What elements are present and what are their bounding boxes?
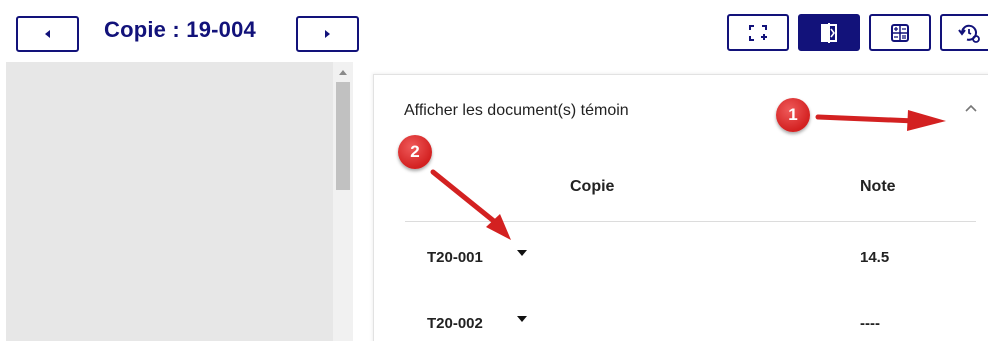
annotation-badge-2: 2 xyxy=(398,135,432,169)
column-header-note[interactable]: Note xyxy=(860,178,896,196)
annotation-badge-1: 1 xyxy=(776,98,810,132)
column-header-copie[interactable]: Copie xyxy=(570,178,614,196)
app-root: Copie : 19-004 Afficher les document(s) … xyxy=(0,0,988,341)
expand-add-icon xyxy=(749,24,767,41)
history-settings-button[interactable] xyxy=(940,14,988,51)
expand-row-icon[interactable] xyxy=(517,316,527,322)
chevron-up-icon[interactable] xyxy=(964,103,978,113)
chevron-left-icon xyxy=(45,30,50,38)
chevron-right-icon xyxy=(325,30,330,38)
note-cell: ---- xyxy=(860,315,880,332)
panel-title: Afficher les document(s) témoin xyxy=(404,102,629,119)
scrollbar[interactable] xyxy=(333,62,353,341)
table-row[interactable]: T20-001 14.5 xyxy=(405,237,976,277)
witness-documents-panel: Afficher les document(s) témoin Copie No… xyxy=(373,74,988,341)
calculator-icon xyxy=(891,23,909,42)
table-row[interactable]: T20-002 ---- xyxy=(405,303,976,341)
scrollbar-thumb[interactable] xyxy=(336,82,350,190)
document-preview-pane xyxy=(6,62,333,341)
expand-add-button[interactable] xyxy=(727,14,789,51)
top-toolbar: Copie : 19-004 xyxy=(0,0,988,62)
expand-row-icon[interactable] xyxy=(517,250,527,256)
header-divider xyxy=(405,221,976,222)
split-view-icon xyxy=(821,22,837,43)
page-title: Copie : 19-004 xyxy=(104,17,256,42)
scroll-up-arrow-icon[interactable] xyxy=(339,70,347,75)
history-settings-icon xyxy=(958,24,980,43)
copie-cell: T20-001 xyxy=(427,249,483,266)
next-copy-button[interactable] xyxy=(296,16,359,52)
copie-cell: T20-002 xyxy=(427,315,483,332)
previous-copy-button[interactable] xyxy=(16,16,79,52)
split-view-button[interactable] xyxy=(798,14,860,51)
calculator-button[interactable] xyxy=(869,14,931,51)
note-cell: 14.5 xyxy=(860,249,890,266)
